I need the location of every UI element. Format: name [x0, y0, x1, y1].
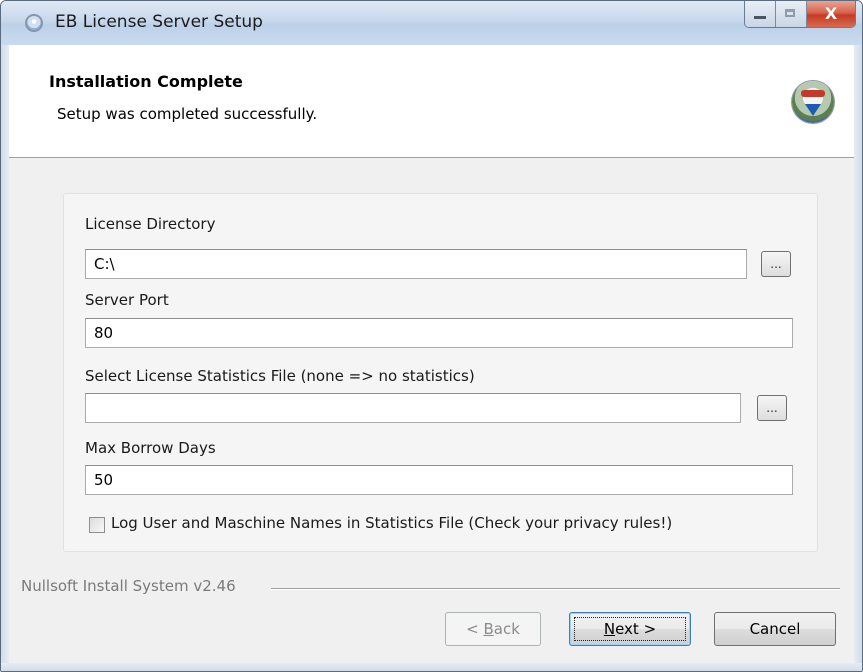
close-button[interactable]: X [807, 1, 855, 27]
window-title: EB License Server Setup [55, 12, 263, 32]
close-icon: X [824, 4, 838, 23]
maximize-icon [785, 9, 795, 17]
cancel-button[interactable]: Cancel [714, 612, 836, 646]
page-title: Installation Complete [49, 72, 243, 91]
right-frame [854, 45, 862, 671]
nsis-branding: Nullsoft Install System v2.46 [21, 577, 236, 595]
max-borrow-days-input[interactable] [85, 465, 793, 495]
max-borrow-days-label: Max Borrow Days [85, 439, 216, 457]
setup-window: EB License Server Setup X Installation C… [0, 0, 863, 672]
license-directory-browse-button[interactable]: ... [761, 251, 791, 277]
focus-ring [574, 617, 686, 641]
title-bar[interactable]: EB License Server Setup X [1, 1, 862, 45]
minimize-button[interactable] [745, 1, 776, 27]
log-names-checkbox[interactable] [89, 517, 105, 533]
left-frame [1, 45, 9, 671]
caption-buttons: X [744, 1, 856, 28]
bottom-frame [1, 663, 862, 671]
license-directory-input[interactable] [85, 249, 747, 279]
setup-globe-icon [25, 14, 43, 32]
download-arrow-icon [805, 104, 821, 116]
minimize-icon [754, 16, 766, 19]
page-header: Installation Complete Setup was complete… [9, 45, 854, 158]
branding-divider [271, 588, 840, 590]
statistics-file-input[interactable] [85, 393, 741, 423]
page-subtitle: Setup was completed successfully. [57, 105, 318, 123]
statistics-file-browse-button[interactable]: ... [757, 395, 787, 421]
installer-globe-icon [792, 81, 834, 123]
license-directory-label: License Directory [85, 215, 216, 233]
log-names-label[interactable]: Log User and Maschine Names in Statistic… [111, 514, 672, 532]
server-port-label: Server Port [85, 291, 169, 309]
statistics-file-label: Select License Statistics File (none => … [85, 367, 475, 385]
server-port-input[interactable] [85, 318, 793, 348]
maximize-button [776, 1, 807, 27]
next-button[interactable]: Next > [569, 612, 691, 646]
back-button: < Back [445, 612, 541, 646]
